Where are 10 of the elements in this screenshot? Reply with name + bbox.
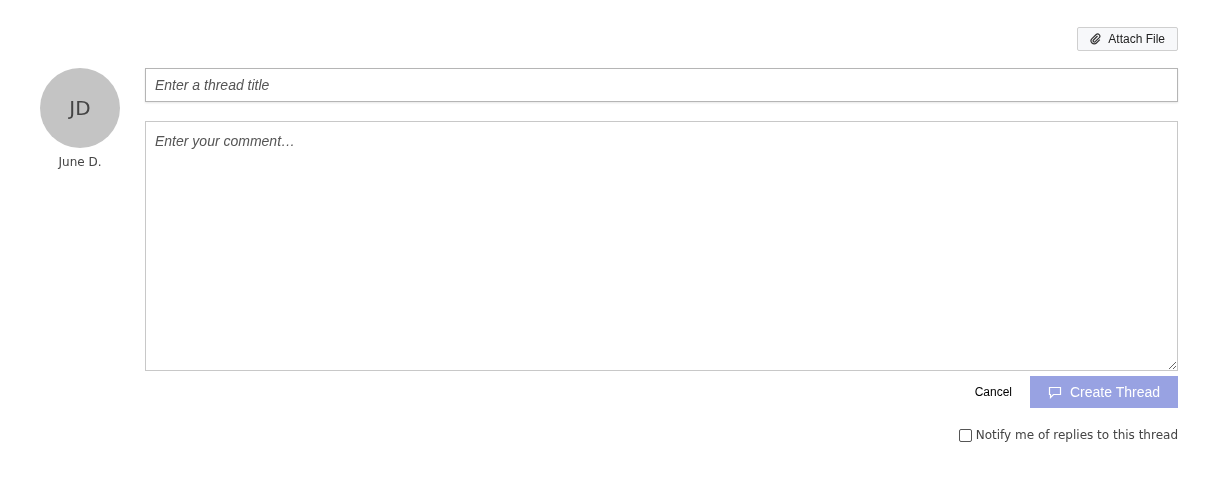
author-name: June D. — [58, 154, 102, 171]
notify-label: Notify me of replies to this thread — [975, 427, 1178, 444]
notify-checkbox[interactable] — [958, 428, 972, 442]
speech-bubble-icon — [1048, 385, 1062, 399]
comment-field[interactable]: Enter your comment… — [145, 121, 1178, 371]
thread-title-field[interactable]: Enter a thread title — [145, 68, 1178, 102]
attach-file-button[interactable]: Attach File — [1077, 27, 1178, 51]
avatar: JD — [40, 68, 120, 148]
cancel-button[interactable]: Cancel — [973, 383, 1013, 401]
paperclip-icon — [1090, 33, 1103, 45]
